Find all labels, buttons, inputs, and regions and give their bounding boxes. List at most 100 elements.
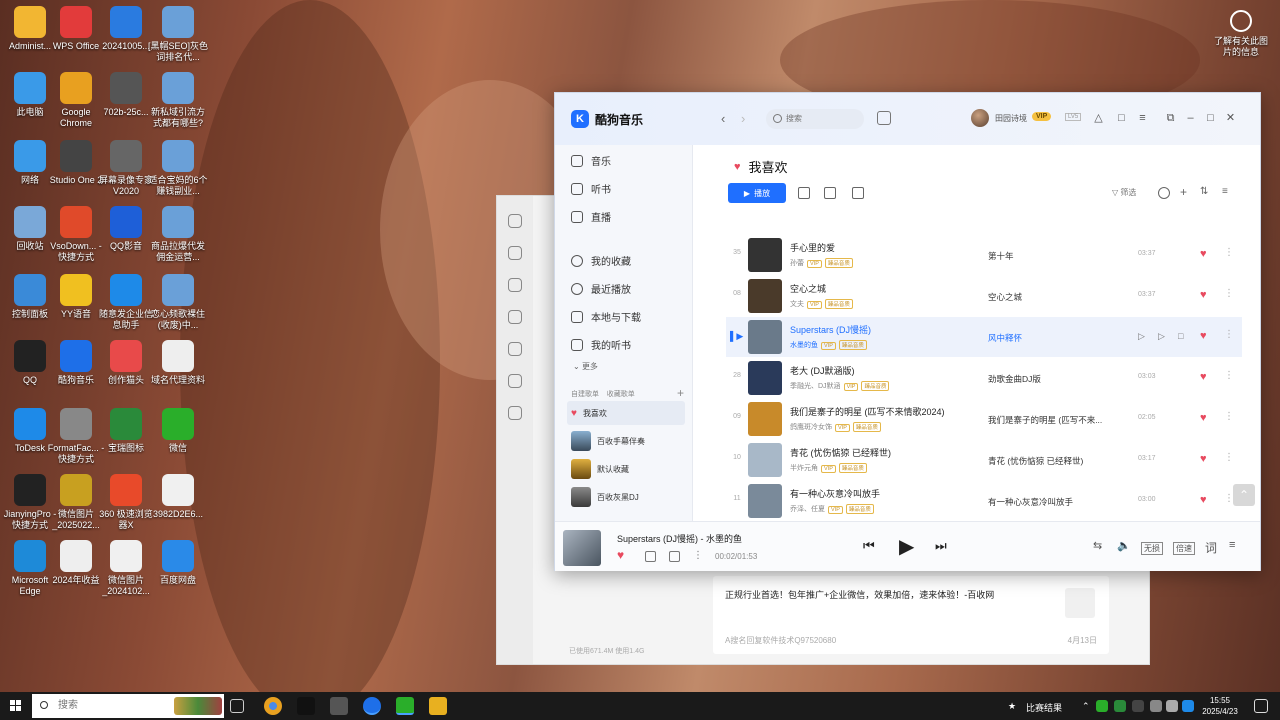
song-title[interactable]: 青花 (忧伤惦猄 已经释世) — [790, 446, 891, 459]
desktop-icon[interactable]: 域名代理资料 — [148, 340, 208, 386]
song-title[interactable]: 老大 (DJ默涵版) — [790, 364, 855, 377]
now-playing-title[interactable]: Superstars (DJ慢摇) - 水墨的鱼 — [617, 532, 742, 545]
more-icon[interactable]: ⋮ — [693, 551, 704, 562]
sidebar-item-my-audiobooks[interactable]: 我的听书 — [571, 337, 631, 352]
lyrics-button[interactable]: 词 — [1205, 539, 1217, 556]
more-icon[interactable]: ⋮ — [1224, 370, 1234, 381]
notification-icon[interactable] — [1254, 699, 1268, 713]
share-icon[interactable] — [824, 187, 836, 199]
forward-arrow-icon[interactable]: › — [741, 111, 745, 126]
sidebar-item-local[interactable]: 本地与下载 — [571, 309, 641, 324]
now-playing-cover[interactable] — [563, 530, 601, 566]
speed-button[interactable]: 倍速 — [1173, 542, 1195, 555]
play-next-icon[interactable]: ▷ — [1158, 331, 1165, 342]
song-title[interactable]: Superstars (DJ慢摇) — [790, 323, 871, 336]
tab-created-playlists[interactable]: 自建歌单 — [571, 391, 599, 398]
more-icon[interactable]: ⋮ — [1224, 288, 1234, 299]
desktop-icon[interactable]: 新私域引流方式都有哪些? — [148, 72, 208, 129]
avatar-icon[interactable] — [508, 214, 522, 228]
back-arrow-icon[interactable]: ‹ — [721, 111, 725, 126]
add-icon[interactable]: + — [1180, 186, 1192, 199]
song-cover[interactable] — [748, 279, 782, 313]
kugou-icon[interactable] — [363, 697, 381, 715]
song-row[interactable]: 35 手心里的爱 孙蕾 VIP 臻品音质 第十年 03:37 ♥ ⋮ — [726, 235, 1242, 275]
add-playlist-icon[interactable]: + — [677, 386, 684, 400]
contacts-icon[interactable] — [508, 278, 522, 292]
desktop-icon[interactable]: 微信图片_2024102... — [96, 540, 156, 597]
more-icon[interactable]: ⋮ — [1224, 411, 1234, 422]
song-artist[interactable]: 水墨的鱼 — [790, 342, 818, 349]
volume-icon[interactable] — [1166, 700, 1178, 712]
song-cover[interactable] — [748, 320, 782, 354]
ime-icon[interactable] — [1182, 700, 1194, 712]
song-album[interactable]: 空心之城 — [988, 291, 1022, 303]
windows-start-icon[interactable] — [10, 700, 22, 712]
scan-icon[interactable] — [877, 111, 891, 125]
play-all-button[interactable]: ▶ 播放 — [728, 183, 786, 203]
sound-quality-button[interactable]: 无损 — [1141, 542, 1163, 555]
song-title[interactable]: 手心里的爱 — [790, 241, 835, 254]
song-artist[interactable]: 乔泽、任夏 — [790, 506, 825, 513]
more-icon[interactable]: ⋮ — [1224, 329, 1234, 340]
song-row[interactable]: 08 空心之城 文夫 VIP 臻品音质 空心之城 03:37 ♥ ⋮ — [726, 276, 1242, 316]
desktop-icon[interactable]: 702b-25c... — [96, 72, 156, 118]
scroll-top-button[interactable]: ⌃ — [1233, 484, 1255, 506]
playlist-item[interactable]: 默认收藏 — [567, 457, 685, 481]
song-row[interactable]: ▌▶ Superstars (DJ慢摇) 水墨的鱼 VIP 臻品音质 风中释怀 ▷ ▷ □ ♥ ⋮ — [726, 317, 1242, 357]
desktop-icon[interactable]: 商品拉爆代发佣金运营... — [148, 206, 208, 263]
desktop-icon[interactable]: 恋心频歌裸住(收废)中... — [148, 274, 208, 331]
vip-badge[interactable]: VIP — [1032, 112, 1052, 121]
wechat-tray-icon[interactable] — [1096, 700, 1108, 712]
sidebar-item-favorites[interactable]: 我的收藏 — [571, 253, 631, 268]
song-title[interactable]: 我们是寨子的明星 (匹写不来情歌2024) — [790, 405, 945, 418]
song-title[interactable]: 有一种心灰意冷叫放手 — [790, 487, 880, 500]
desktop-icon[interactable]: 创作猫头 — [96, 340, 156, 386]
more-icon[interactable]: ⋮ — [1224, 452, 1234, 463]
desktop-icon[interactable]: 屏幕录像专家V2020 — [96, 140, 156, 197]
close-icon[interactable]: ✕ — [1225, 113, 1236, 124]
song-artist[interactable]: 孙蕾 — [790, 260, 804, 267]
song-artist[interactable]: 季融光、DJ默涵 — [790, 383, 841, 390]
file-explorer-icon[interactable] — [429, 697, 447, 715]
playlist-item[interactable]: 百收手幕伴奏 — [567, 429, 685, 453]
playlist-queue-icon[interactable]: ≡ — [1229, 539, 1235, 551]
network-icon[interactable] — [1150, 700, 1162, 712]
liked-heart-icon[interactable]: ♥ — [1200, 371, 1207, 383]
mail-icon[interactable]: □ — [1116, 113, 1127, 124]
chrome-icon[interactable] — [264, 697, 282, 715]
liked-heart-icon[interactable]: ♥ — [1200, 289, 1207, 301]
tray-app-icon[interactable] — [1132, 700, 1144, 712]
song-album[interactable]: 有一种心灰意冷叫放手 — [988, 496, 1073, 508]
download-all-icon[interactable] — [798, 187, 810, 199]
song-artist[interactable]: 鸽鹰斑冷女饰 — [790, 424, 832, 431]
system-clock[interactable]: 15:55 2025/4/23 — [1200, 695, 1240, 717]
song-artist[interactable]: 文夫 — [790, 301, 804, 308]
filter-button[interactable]: ▽ 筛选 — [1112, 187, 1136, 198]
song-album[interactable]: 我们是寨子的明星 (匹写不来... — [988, 414, 1102, 426]
tray-news-label[interactable]: 比赛结果 — [1026, 701, 1062, 714]
download-icon[interactable] — [645, 551, 656, 562]
download-icon[interactable]: □ — [1178, 331, 1183, 341]
song-cover[interactable] — [748, 443, 782, 477]
song-artist[interactable]: 半炸元角 — [790, 465, 818, 472]
desktop-icon[interactable]: 360 极速浏览器X — [96, 474, 156, 531]
liked-heart-icon[interactable]: ♥ — [1200, 412, 1207, 424]
sidebar-item-audiobook[interactable]: 听书 — [571, 181, 611, 196]
image-info-widget[interactable]: 了解有关此图片的信息 — [1210, 10, 1272, 58]
song-row[interactable]: 10 青花 (忧伤惦猄 已经释世) 半炸元角 VIP 臻品音质 青花 (忧伤惦猄 已经释世… — [726, 440, 1242, 480]
studio-one-icon[interactable] — [330, 697, 348, 715]
song-row[interactable]: 28 老大 (DJ默涵版) 季融光、DJ默涵 VIP 臻品音质 劲歌金曲DJ版 03:03 ♥… — [726, 358, 1242, 398]
menu-icon[interactable]: ≡ — [1137, 113, 1148, 124]
song-cover[interactable] — [748, 402, 782, 436]
desktop-icon[interactable]: QQ影音 — [96, 206, 156, 252]
song-row[interactable]: 09 我们是寨子的明星 (匹写不来情歌2024) 鸽鹰斑冷女饰 VIP 臻品音质 我们是寨… — [726, 399, 1242, 439]
like-icon[interactable]: ♥ — [617, 548, 624, 562]
tray-expand-icon[interactable]: ⌃ — [1082, 701, 1090, 712]
desktop-icon[interactable]: 微信 — [148, 408, 208, 454]
desktop-icon[interactable]: 3982D2E6... — [148, 474, 208, 520]
sidebar-item-music[interactable]: 音乐 — [571, 153, 611, 168]
wechat-icon[interactable] — [396, 697, 414, 715]
song-cover[interactable] — [748, 484, 782, 518]
username[interactable]: 田园诗境 — [995, 113, 1027, 124]
favorites-icon[interactable] — [508, 310, 522, 324]
